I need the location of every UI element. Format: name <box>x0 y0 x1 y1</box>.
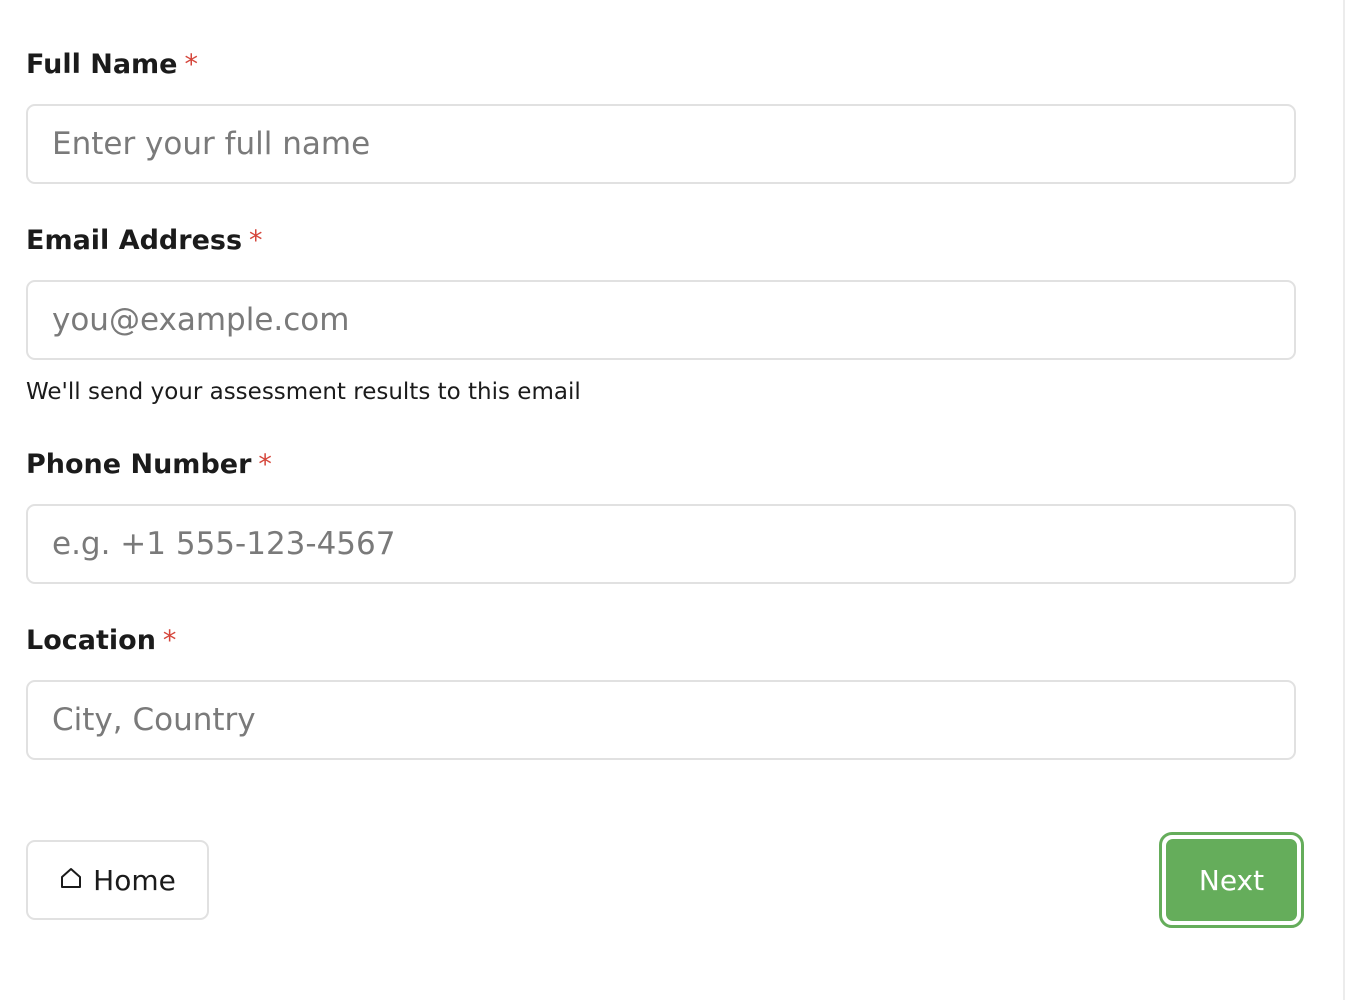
next-button-label: Next <box>1198 863 1265 897</box>
phone-field: Phone Number * <box>26 448 1296 584</box>
full-name-field: Full Name * <box>26 48 1296 184</box>
location-input[interactable] <box>26 680 1296 760</box>
email-label-text: Email Address <box>26 225 243 256</box>
required-asterisk: * <box>184 49 199 80</box>
phone-label-text: Phone Number <box>26 449 252 480</box>
required-asterisk: * <box>249 225 263 256</box>
full-name-label: Full Name * <box>26 48 1296 82</box>
scroll-edge-divider <box>1343 0 1345 1000</box>
email-hint: We'll send your assessment results to th… <box>26 379 581 405</box>
full-name-label-text: Full Name <box>26 49 178 80</box>
home-button-label: Home <box>93 863 176 897</box>
location-field: Location * <box>26 624 1296 760</box>
home-button[interactable]: Home <box>26 840 209 920</box>
required-asterisk: * <box>258 449 272 480</box>
next-button[interactable]: Next <box>1166 839 1297 921</box>
home-icon <box>59 866 83 894</box>
phone-input[interactable] <box>26 504 1296 584</box>
contact-form-page: Full Name* Email Address* We'll send you… <box>0 0 1352 1000</box>
location-label: Location * <box>26 624 1296 658</box>
email-input[interactable] <box>26 280 1296 360</box>
location-label-text: Location <box>26 625 156 656</box>
required-asterisk: * <box>162 625 177 656</box>
phone-label: Phone Number * <box>26 448 1296 482</box>
next-button-focus-ring: Next <box>1159 832 1304 928</box>
email-field: Email Address* We'll send your assessmen… <box>26 224 1296 407</box>
full-name-input[interactable] <box>26 104 1296 184</box>
email-label: Email Address * <box>26 224 1296 258</box>
